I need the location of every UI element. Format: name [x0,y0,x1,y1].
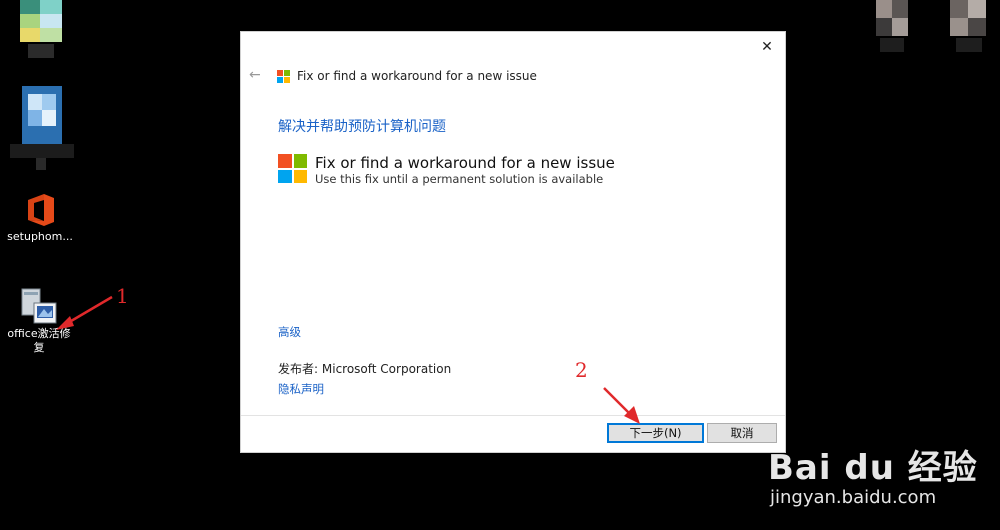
app2-icon [10,84,74,172]
app1-icon [18,0,66,64]
privacy-link[interactable]: 隐私声明 [278,381,324,397]
desktop-icon-app2[interactable] [5,84,75,174]
advanced-link[interactable]: 高级 [278,324,301,340]
desktop-icon-office-fix[interactable]: office激活修 复 [0,285,78,355]
troubleshooter-dialog: ✕ ← Fix or find a workaround for a new i… [240,31,786,453]
microsoft-logo-large-icon [278,154,307,183]
close-button[interactable]: ✕ [757,37,777,57]
page-heading: 解决并帮助预防计算机问题 [278,119,446,135]
publisher-label: 发布者: [278,362,319,376]
desktop-icon-label-line2: 复 [33,341,45,354]
annotation-step-1: 1 [116,284,129,308]
desktop-icon-label: setuphom... [7,230,73,243]
microsoft-logo-icon [277,69,290,83]
desktop-icon-label-line1: office激活修 [7,327,71,340]
desktop-icon-app1[interactable] [12,0,72,70]
baidu-watermark: Bai du 经验 [768,440,978,489]
footer-divider [241,415,785,416]
fix-option[interactable]: Fix or find a workaround for a new issue… [278,154,615,187]
desktop-icon-blurred-right-2[interactable] [946,0,996,56]
publisher-name: Microsoft Corporation [321,362,452,376]
fix-option-title: Fix or find a workaround for a new issue [315,154,615,172]
cancel-button[interactable]: 取消 [707,423,777,443]
window-title: Fix or find a workaround for a new issue [277,69,537,83]
baidu-watermark-brand: Bai du 经验 [768,448,978,488]
next-button[interactable]: 下一步(N) [607,423,704,443]
back-arrow-icon[interactable]: ← [249,67,261,83]
office-fix-app-icon [18,285,60,327]
baidu-watermark-url: jingyan.baidu.com [770,487,937,508]
publisher-info: 发布者: Microsoft Corporation [278,360,451,377]
office-logo-icon [20,190,60,230]
desktop-icon-setuphome[interactable]: setuphom... [2,190,78,244]
window-title-text: Fix or find a workaround for a new issue [297,69,537,83]
annotation-step-2: 2 [575,358,588,382]
fix-option-subtitle: Use this fix until a permanent solution … [315,172,604,186]
desktop-icon-blurred-right-1[interactable] [870,0,914,56]
